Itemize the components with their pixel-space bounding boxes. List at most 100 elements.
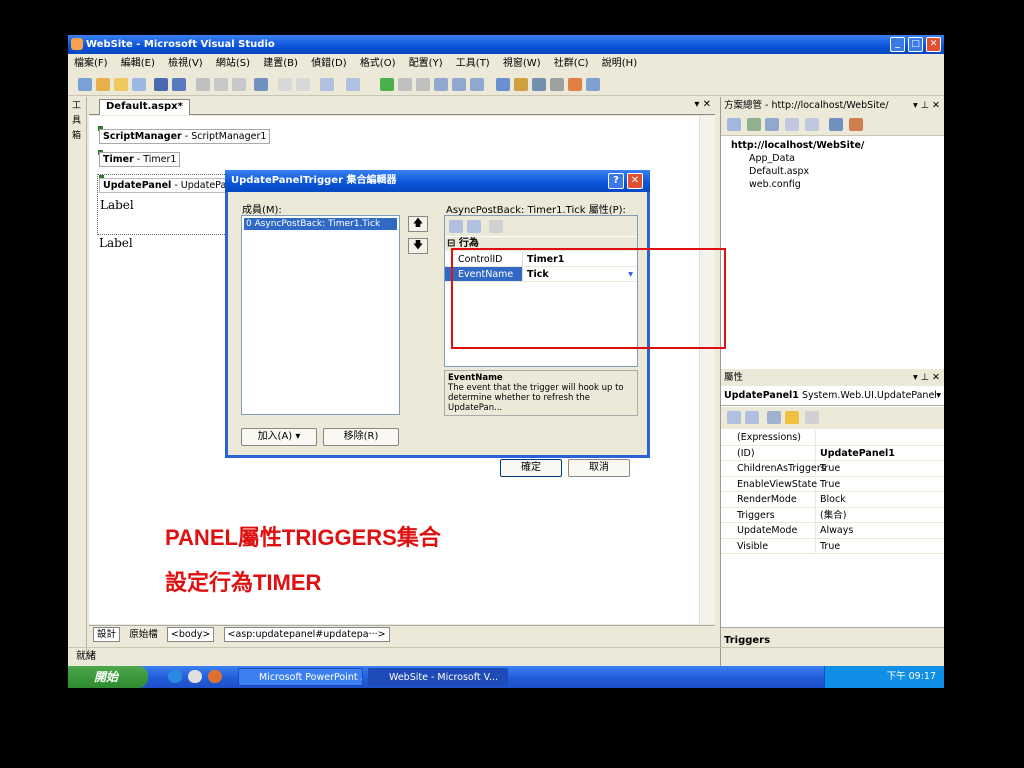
- add-item-icon[interactable]: [96, 78, 110, 91]
- timer-control[interactable]: Timer - Timer1: [99, 152, 181, 167]
- designer-vertical-scrollbar[interactable]: [699, 116, 715, 624]
- remove-button[interactable]: 移除(R): [323, 428, 399, 446]
- new-project-icon[interactable]: [78, 78, 92, 91]
- properties-controls[interactable]: ▾ ⊥ ✕: [913, 369, 940, 386]
- copy-website-icon[interactable]: [829, 118, 843, 131]
- add-button[interactable]: 加入(A) ▾: [241, 428, 317, 446]
- menu-help[interactable]: 說明(H): [602, 58, 637, 69]
- uncomment-icon[interactable]: [296, 78, 310, 91]
- task-powerpoint[interactable]: Microsoft PowerPoint ...: [238, 668, 363, 686]
- properties-object-selector[interactable]: UpdatePanel1 System.Web.UI.UpdatePanel ▾: [721, 386, 944, 406]
- solution-explorer-controls[interactable]: ▾ ⊥ ✕: [913, 97, 940, 114]
- step-out-icon[interactable]: [470, 78, 484, 91]
- properties-icon[interactable]: [514, 78, 528, 91]
- solution-explorer-icon[interactable]: [496, 78, 510, 91]
- menu-format[interactable]: 格式(O): [360, 58, 396, 69]
- clock[interactable]: 下午 09:17: [887, 671, 936, 682]
- prop-row[interactable]: UpdateMode Always: [721, 523, 944, 539]
- menu-edit[interactable]: 編輯(E): [121, 58, 155, 69]
- updatepanel-control[interactable]: UpdatePanel - UpdatePanel1 Label: [97, 174, 251, 235]
- view-designer-icon[interactable]: [805, 118, 819, 131]
- prop-row[interactable]: Visible True: [721, 538, 944, 554]
- property-pages-icon[interactable]: [805, 411, 819, 424]
- menu-file[interactable]: 檔案(F): [74, 58, 108, 69]
- firefox-icon[interactable]: [208, 670, 222, 683]
- window-icon[interactable]: [586, 78, 600, 91]
- toolbox-icon[interactable]: [550, 78, 564, 91]
- tree-item-web-config[interactable]: web.config: [731, 178, 864, 191]
- move-down-button[interactable]: 🡇: [408, 238, 428, 254]
- scriptmanager-control[interactable]: ScriptManager - ScriptManager1: [99, 129, 271, 144]
- quicklaunch-icon[interactable]: [188, 670, 202, 683]
- menu-tools[interactable]: 工具(T): [456, 58, 490, 69]
- stop-icon[interactable]: [416, 78, 430, 91]
- label-inside-panel[interactable]: Label: [100, 198, 134, 212]
- close-button[interactable]: ✕: [926, 37, 941, 52]
- start-page-icon[interactable]: [568, 78, 582, 91]
- copy-icon[interactable]: [214, 78, 228, 91]
- alphabetical-icon[interactable]: [467, 220, 481, 233]
- dialog-titlebar[interactable]: UpdatePanelTrigger 集合編輯器 ? ✕: [225, 170, 650, 192]
- ok-button[interactable]: 確定: [500, 459, 562, 477]
- find-icon[interactable]: [254, 78, 268, 91]
- tree-root[interactable]: http://localhost/WebSite/: [731, 139, 864, 152]
- cancel-button[interactable]: 取消: [568, 459, 630, 477]
- tree-item-default-aspx[interactable]: Default.aspx: [731, 165, 864, 178]
- prop-row[interactable]: ChildrenAsTriggers True: [721, 461, 944, 477]
- maximize-button[interactable]: □: [908, 37, 923, 52]
- menu-community[interactable]: 社群(C): [554, 58, 589, 69]
- asp-config-icon[interactable]: [849, 118, 863, 131]
- cut-icon[interactable]: [196, 78, 210, 91]
- move-up-button[interactable]: 🡅: [408, 216, 428, 232]
- add-new-item-icon[interactable]: [132, 78, 146, 91]
- properties-icon[interactable]: [727, 118, 741, 131]
- open-icon[interactable]: [114, 78, 128, 91]
- prop-row[interactable]: RenderMode Block: [721, 492, 944, 508]
- task-visual-studio[interactable]: WebSite - Microsoft V...: [368, 668, 508, 686]
- dialog-close-button[interactable]: ✕: [627, 173, 643, 189]
- label-outside-panel[interactable]: Label: [99, 236, 133, 250]
- property-pages-icon[interactable]: [489, 220, 503, 233]
- ie-icon[interactable]: [168, 670, 182, 683]
- properties-view-icon[interactable]: [767, 411, 781, 424]
- menu-debug[interactable]: 偵錯(D): [311, 58, 347, 69]
- view-code-icon[interactable]: [785, 118, 799, 131]
- redo-icon[interactable]: [346, 78, 360, 91]
- alphabetical-icon[interactable]: [745, 411, 759, 424]
- tag-body[interactable]: <body>: [166, 627, 215, 642]
- tag-updatepanel[interactable]: <asp:updatepanel#updatepa···>: [223, 627, 390, 642]
- object-browser-icon[interactable]: [532, 78, 546, 91]
- prop-row[interactable]: EnableViewState True: [721, 476, 944, 492]
- menu-website[interactable]: 網站(S): [216, 58, 250, 69]
- design-view-tab[interactable]: 設計: [93, 627, 121, 642]
- step-into-icon[interactable]: [434, 78, 448, 91]
- help-button[interactable]: ?: [608, 173, 624, 189]
- refresh-icon[interactable]: [747, 118, 761, 131]
- toolbox-side-tab[interactable]: 工 具 箱: [68, 97, 87, 657]
- start-debug-icon[interactable]: [380, 78, 394, 91]
- document-window-controls[interactable]: ▾ ✕: [694, 99, 711, 110]
- paste-icon[interactable]: [232, 78, 246, 91]
- member-item[interactable]: 0 AsyncPostBack: Timer1.Tick: [244, 218, 397, 230]
- categorized-icon[interactable]: [727, 411, 741, 424]
- members-list[interactable]: 0 AsyncPostBack: Timer1.Tick: [241, 215, 400, 415]
- start-button[interactable]: 開始: [68, 666, 148, 688]
- nest-files-icon[interactable]: [765, 118, 779, 131]
- undo-icon[interactable]: [320, 78, 334, 91]
- save-all-icon[interactable]: [172, 78, 186, 91]
- window-titlebar[interactable]: WebSite - Microsoft Visual Studio _ □ ✕: [68, 35, 944, 54]
- menu-layout[interactable]: 配置(Y): [409, 58, 443, 69]
- events-icon[interactable]: [785, 411, 799, 424]
- tree-item-app-data[interactable]: App_Data: [731, 152, 864, 165]
- categorized-icon[interactable]: [449, 220, 463, 233]
- minimize-button[interactable]: _: [890, 37, 905, 52]
- tab-default-aspx[interactable]: Default.aspx*: [99, 99, 190, 115]
- menu-build[interactable]: 建置(B): [263, 58, 298, 69]
- pause-icon[interactable]: [398, 78, 412, 91]
- prop-row[interactable]: (ID) UpdatePanel1: [721, 445, 944, 461]
- source-view-tab[interactable]: 原始檔: [129, 626, 158, 644]
- menu-window[interactable]: 視窗(W): [503, 58, 541, 69]
- prop-row[interactable]: (Expressions): [721, 430, 944, 446]
- menu-view[interactable]: 檢視(V): [168, 58, 203, 69]
- save-icon[interactable]: [154, 78, 168, 91]
